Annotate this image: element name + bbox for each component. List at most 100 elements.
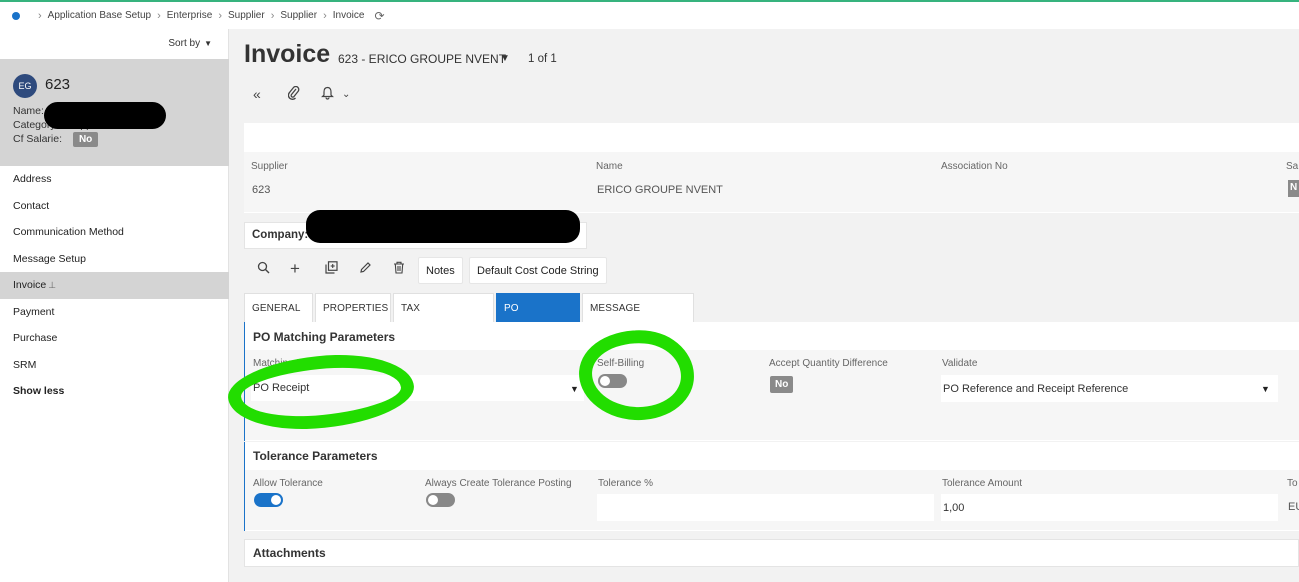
sidebar-item-label: Payment (13, 305, 55, 318)
tab-message-defaults[interactable]: MESSAGE DEFAULTS (582, 293, 694, 343)
record-selector[interactable]: 623 - ERICO GROUPE NVENT (338, 52, 506, 66)
sidebar-item-invoice[interactable]: Invoice ⊥ (0, 272, 229, 299)
sidebar-item-label: Contact (13, 199, 50, 212)
show-less-link[interactable]: Show less (0, 378, 229, 405)
tab-general[interactable]: GENERAL (244, 293, 313, 322)
cf-salarie-label: Cf Salarie: (13, 133, 63, 145)
sidebar: Sort by▼ EG 623 Name: Category: Supplier… (0, 29, 229, 582)
truncated-label: Sa (1286, 161, 1299, 172)
name-label: Name: (13, 105, 44, 117)
truncated-label: To (1287, 478, 1298, 489)
name-label: Name (596, 161, 623, 172)
sidebar-item-label: SRM (13, 358, 37, 371)
sidebar-item-label: Invoice (13, 279, 47, 291)
breadcrumb-item[interactable]: Enterprise (167, 10, 213, 21)
breadcrumb-item[interactable]: Supplier (280, 10, 317, 21)
sidebar-item-label: Address (13, 173, 52, 185)
tab-bar: GENERAL PROPERTIES TAX INFORMATION PO MA… (244, 293, 696, 343)
always-create-tolerance-posting-label: Always Create Tolerance Posting (425, 478, 572, 489)
chevron-down-icon[interactable]: ⌄ (342, 89, 350, 100)
tab-tax-information[interactable]: TAX INFORMATION (393, 293, 494, 343)
breadcrumb-item[interactable]: Supplier (228, 10, 265, 21)
breadcrumb: › Application Base Setup › Enterprise › … (0, 2, 1299, 29)
attachment-icon[interactable] (287, 85, 300, 103)
record-id: 623 (45, 76, 71, 93)
sidebar-item-message-setup[interactable]: Message Setup (0, 246, 229, 273)
name-value: ERICO GROUPE NVENT (597, 184, 723, 196)
chevron-right-icon: › (157, 9, 161, 22)
validate-value: PO Reference and Receipt Reference (943, 382, 1129, 395)
header-fields: Supplier 623 Name ERICO GROUPE NVENT Ass… (244, 152, 1299, 212)
sidebar-item-payment[interactable]: Payment (0, 299, 229, 326)
chevron-right-icon: › (270, 9, 275, 22)
sidebar-item-contact[interactable]: Contact (0, 193, 229, 220)
sidebar-item-address[interactable]: Address (0, 166, 229, 193)
breadcrumb-item-current: Invoice (332, 10, 365, 21)
sidebar-item-communication-method[interactable]: Communication Method (0, 219, 229, 246)
tab-properties[interactable]: PROPERTIES (315, 293, 391, 322)
cf-salarie-badge: No (72, 132, 99, 147)
sidebar-item-purchase[interactable]: Purchase (0, 325, 229, 352)
toggle-knob (271, 495, 281, 505)
always-create-tolerance-posting-toggle[interactable] (426, 493, 455, 507)
caret-down-icon: ▼ (204, 39, 212, 48)
truncated-value: EU (1288, 501, 1299, 513)
sort-by-button[interactable]: Sort by ▼ (168, 38, 212, 49)
avatar: EG (13, 74, 37, 98)
sort-by-label: Sort by (168, 38, 201, 49)
sidebar-item-srm[interactable]: SRM (0, 352, 229, 379)
accept-quantity-difference-label: Accept Quantity Difference (769, 358, 888, 369)
tolerance-percent-label: Tolerance % (598, 478, 654, 489)
refresh-icon[interactable]: ⟳ (374, 9, 384, 23)
sidebar-item-label: Communication Method (13, 226, 124, 238)
attachments-section[interactable]: Attachments (244, 539, 1299, 567)
po-matching-title: PO Matching Parameters (253, 330, 396, 344)
sidebar-item-label: Purchase (13, 332, 58, 344)
pin-icon[interactable]: ⊥ (48, 280, 56, 290)
allow-tolerance-toggle[interactable] (254, 493, 283, 507)
supplier-value: 623 (252, 184, 271, 196)
accept-quantity-difference-badge: No (770, 376, 794, 393)
chevron-right-icon: › (323, 9, 327, 22)
sidebar-item-label: Message Setup (13, 252, 86, 265)
toggle-knob (428, 495, 438, 505)
default-cost-code-string-button[interactable]: Default Cost Code String (469, 257, 607, 284)
page-title: Invoice (244, 40, 331, 68)
chevron-right-icon: › (38, 9, 42, 22)
record-card[interactable]: EG 623 Name: Category: Supplier Cf Salar… (0, 59, 229, 166)
tolerance-section: Tolerance Parameters Allow Tolerance Alw… (244, 442, 1299, 531)
record-count: 1 of 1 (528, 53, 557, 65)
redaction-mark (306, 210, 580, 243)
validate-label: Validate (942, 358, 978, 369)
edit-icon[interactable] (359, 261, 372, 277)
redaction-mark (44, 102, 166, 129)
tolerance-title: Tolerance Parameters (253, 449, 378, 463)
tolerance-amount-label: Tolerance Amount (942, 478, 1023, 489)
add-icon[interactable]: + (290, 259, 300, 279)
caret-down-icon[interactable]: ▼ (570, 384, 579, 394)
tab-po-matching[interactable]: PO MATCHING (496, 293, 580, 343)
tolerance-percent-input[interactable] (597, 494, 934, 521)
home-icon[interactable] (12, 11, 20, 20)
allow-tolerance-label: Allow Tolerance (253, 478, 323, 489)
caret-down-icon[interactable]: ▼ (500, 53, 510, 64)
show-less-label: Show less (13, 385, 65, 397)
chevron-right-icon: › (218, 9, 222, 22)
sidebar-nav: Address Contact Communication Method Mes… (0, 166, 229, 405)
collapse-icon[interactable]: « (253, 86, 261, 102)
validate-select[interactable]: PO Reference and Receipt Reference (941, 375, 1278, 402)
truncated-badge: N (1288, 180, 1299, 197)
breadcrumb-item[interactable]: Application Base Setup (48, 10, 151, 21)
association-no-label: Association No (941, 161, 1008, 172)
cf-salarie-row: Cf Salarie: No (13, 132, 99, 147)
supplier-label: Supplier (251, 161, 288, 172)
caret-down-icon[interactable]: ▼ (1261, 384, 1270, 394)
search-icon[interactable] (257, 261, 270, 277)
tolerance-amount-input[interactable]: 1,00 (941, 494, 1278, 521)
company-label: Company: (252, 229, 309, 241)
delete-icon[interactable] (393, 261, 405, 277)
attachments-title: Attachments (253, 546, 326, 560)
duplicate-icon[interactable] (325, 261, 338, 277)
bell-icon[interactable] (321, 86, 334, 103)
notes-button[interactable]: Notes (418, 257, 463, 284)
